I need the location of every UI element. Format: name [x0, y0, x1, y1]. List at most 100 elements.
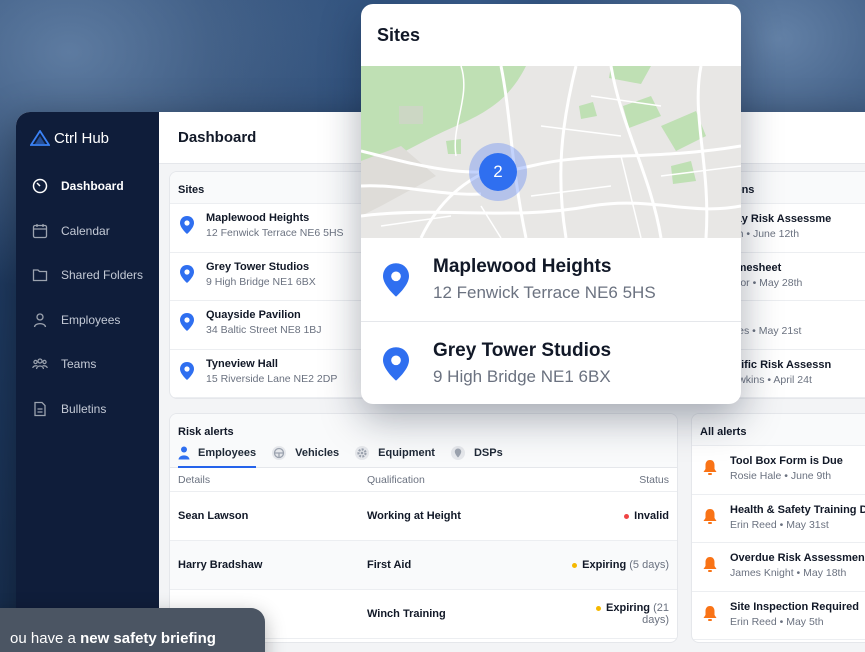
page-title: Dashboard	[178, 129, 257, 146]
status-dot	[572, 562, 578, 568]
sidebar-item-label: Shared Folders	[61, 268, 144, 283]
sidebar-item-label: Dashboard	[61, 179, 124, 194]
bell-icon	[703, 508, 717, 524]
risk-alerts-title: Risk alerts	[170, 414, 677, 438]
column-header-qualification: Qualification	[367, 473, 425, 486]
site-name: Grey Tower Studios	[206, 260, 310, 273]
map-cluster-marker[interactable]: 2	[469, 143, 527, 201]
toast-text: ou have a	[10, 630, 81, 647]
sidebar-item-shared-folders[interactable]: Shared Folders	[16, 253, 159, 298]
alert-title: Tool Box Form is Due	[730, 455, 843, 467]
alert-row[interactable]: Site Inspection Required Erin Reed • May …	[692, 592, 865, 640]
person-icon	[178, 446, 190, 459]
status-detail: (5 days)	[629, 559, 669, 571]
status-cell: Expiring (21 days)	[567, 602, 669, 626]
alert-row[interactable]: Health & Safety Training D Erin Reed • Ma…	[692, 495, 865, 543]
bell-icon	[703, 557, 717, 572]
sites-map[interactable]: 2	[361, 66, 741, 238]
document-icon	[34, 401, 46, 416]
team-icon	[32, 358, 48, 370]
alert-title: Health & Safety Training D	[730, 503, 865, 516]
sidebar-item-label: Bulletins	[61, 401, 107, 416]
alert-meta: Rosie Hale • June 9th	[730, 470, 832, 482]
popup-site-name: Maplewood Heights	[433, 256, 612, 277]
status-badge: Expiring	[582, 559, 627, 571]
column-header-status: Status	[639, 473, 669, 486]
tab-employees[interactable]: Employees	[178, 438, 257, 468]
site-address: 9 High Bridge NE1 6BX	[206, 275, 316, 288]
sidebar-item-label: Employees	[61, 312, 121, 327]
tab-label: Equipment	[378, 446, 435, 459]
popup-title: Sites	[377, 24, 421, 45]
status-badge: Invalid	[634, 510, 669, 522]
cluster-count: 2	[479, 153, 517, 191]
location-pin-icon	[180, 216, 194, 234]
status-badge: Expiring	[606, 602, 651, 614]
tab-vehicles[interactable]: Vehicles	[271, 438, 339, 468]
employee-name: Sean Lawson	[178, 510, 249, 522]
qualification: First Aid	[367, 559, 412, 571]
map-tiles	[361, 66, 741, 238]
all-alerts-title: All alerts	[692, 414, 865, 446]
tab-label: DSPs	[473, 446, 503, 459]
gear-icon	[355, 445, 370, 460]
site-address: 15 Riverside Lane NE2 2DP	[206, 372, 338, 385]
popup-site-row[interactable]: Grey Tower Studios 9 High Bridge NE1 6BX	[361, 322, 741, 404]
table-row[interactable]: Harry Bradshaw First Aid Expiring (5 day…	[170, 541, 677, 590]
sidebar-item-employees[interactable]: Employees	[16, 298, 159, 343]
all-alerts-card: All alerts Tool Box Form is Due Rosie Hal…	[691, 413, 865, 643]
sidebar-item-bulletins[interactable]: Bulletins	[16, 387, 159, 432]
qualification: Working at Height	[367, 510, 461, 522]
site-name: Maplewood Heights	[206, 212, 310, 224]
person-icon	[33, 313, 47, 327]
sidebar-item-teams[interactable]: Teams	[16, 342, 159, 387]
status-dot	[624, 513, 630, 519]
brand-name: Ctrl Hub	[54, 129, 110, 147]
employee-name: Harry Bradshaw	[178, 559, 263, 571]
status-dot	[596, 605, 602, 611]
sites-card: Sites Maplewood Heights 12 Fenwick Terrac…	[169, 171, 369, 399]
alert-meta: Erin Reed • May 5th	[730, 615, 824, 628]
popup-site-address: 9 High Bridge NE1 6BX	[433, 367, 611, 386]
location-pin-icon	[450, 445, 465, 460]
tab-dsps[interactable]: DSPs	[450, 438, 503, 468]
popup-site-name: Grey Tower Studios	[433, 340, 612, 361]
bell-icon	[703, 605, 717, 621]
alert-meta: James Knight • May 18th	[730, 567, 847, 579]
bell-icon	[703, 460, 717, 475]
alert-title: Site Inspection Required	[730, 600, 859, 613]
sites-card-title: Sites	[170, 172, 368, 204]
alert-row[interactable]: Tool Box Form is Due Rosie Hale • June 9t…	[692, 446, 865, 495]
sidebar-item-label: Calendar	[61, 223, 110, 238]
calendar-icon	[32, 223, 48, 238]
site-name: Quayside Pavilion	[206, 309, 301, 321]
site-row[interactable]: Grey Tower Studios 9 High Bridge NE1 6BX	[170, 253, 368, 301]
toast-bold-text: new safety briefing	[80, 630, 216, 647]
site-row[interactable]: Maplewood Heights 12 Fenwick Terrace NE6 …	[170, 204, 368, 253]
qualification: Winch Training	[367, 608, 446, 620]
table-row[interactable]: Sean Lawson Working at Height Invalid	[170, 492, 677, 541]
table-header: Details Qualification Status	[170, 468, 677, 492]
status-cell: Invalid	[567, 510, 669, 522]
location-pin-icon	[180, 313, 194, 331]
brand[interactable]: Ctrl Hub	[16, 112, 159, 164]
risk-alerts-tabs: Employees Vehicles Equipment DSPs	[170, 438, 677, 468]
site-name: Tyneview Hall	[206, 357, 278, 370]
location-pin-icon	[180, 361, 194, 380]
dashboard-icon	[32, 179, 48, 194]
site-row[interactable]: Quayside Pavilion 34 Baltic Street NE8 1B…	[170, 301, 368, 350]
popup-site-address: 12 Fenwick Terrace NE6 5HS	[433, 283, 656, 302]
sidebar-item-calendar[interactable]: Calendar	[16, 209, 159, 254]
alert-row[interactable]: Overdue Risk Assessmen James Knight • May…	[692, 543, 865, 592]
site-row[interactable]: Tyneview Hall 15 Riverside Lane NE2 2DP	[170, 350, 368, 398]
steering-wheel-icon	[272, 445, 287, 460]
popup-site-row[interactable]: Maplewood Heights 12 Fenwick Terrace NE6 …	[361, 238, 741, 322]
sidebar-item-dashboard[interactable]: Dashboard	[16, 164, 159, 209]
tab-label: Vehicles	[295, 446, 340, 459]
tab-equipment[interactable]: Equipment	[354, 438, 435, 468]
notification-toast[interactable]: ou have a new safety briefing	[0, 608, 265, 652]
status-cell: Expiring (5 days)	[567, 559, 669, 571]
site-address: 12 Fenwick Terrace NE6 5HS	[206, 227, 344, 239]
sites-popup: Sites 2 Maplewood Heights 12 Fenwick Ter…	[361, 4, 741, 404]
alert-title: Overdue Risk Assessmen	[730, 552, 865, 564]
